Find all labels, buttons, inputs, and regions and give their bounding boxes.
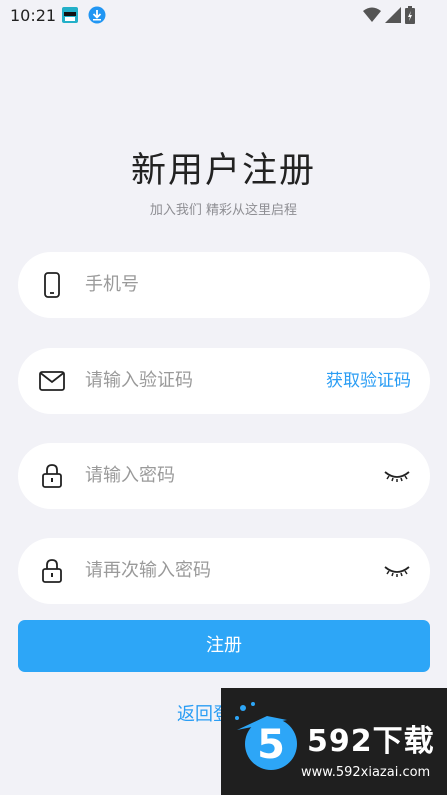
watermark-url: www.592xiazai.com	[301, 765, 431, 780]
status-bar: 10:21	[0, 0, 447, 30]
lock-icon	[42, 464, 62, 488]
confirm-password-placeholder: 请再次输入密码	[85, 560, 211, 581]
watermark-logo: 5	[235, 702, 297, 770]
page-subtitle: 加入我们 精彩从这里启程	[149, 203, 298, 218]
phone-icon	[44, 272, 60, 298]
wifi-icon	[363, 7, 381, 22]
page-title: 新用户注册	[130, 151, 316, 191]
register-button[interactable]: 注册	[18, 620, 430, 672]
eye-closed-icon[interactable]	[384, 467, 410, 485]
battery-icon	[405, 6, 415, 24]
signal-icon	[385, 7, 401, 23]
get-code-button[interactable]: 获取验证码	[326, 348, 411, 414]
code-placeholder: 请输入验证码	[85, 370, 193, 391]
code-field[interactable]: 请输入验证码 获取验证码	[18, 348, 430, 414]
eye-closed-icon[interactable]	[384, 562, 410, 580]
svg-text:5: 5	[257, 722, 285, 768]
system-icons	[363, 6, 415, 24]
lock-icon	[42, 559, 62, 583]
password-placeholder: 请输入密码	[85, 465, 175, 486]
confirm-password-field[interactable]: 请再次输入密码	[18, 538, 430, 604]
watermark-overlay: 5 592下载 www.592xiazai.com	[221, 688, 447, 795]
mail-icon	[39, 371, 65, 391]
watermark-brand: 592下载	[307, 724, 435, 759]
download-icon	[88, 6, 106, 24]
phone-placeholder: 手机号	[85, 274, 139, 295]
app-notification-icon	[62, 7, 78, 23]
status-time: 10:21	[10, 6, 57, 25]
phone-field[interactable]: 手机号	[18, 252, 430, 318]
password-field[interactable]: 请输入密码	[18, 443, 430, 509]
